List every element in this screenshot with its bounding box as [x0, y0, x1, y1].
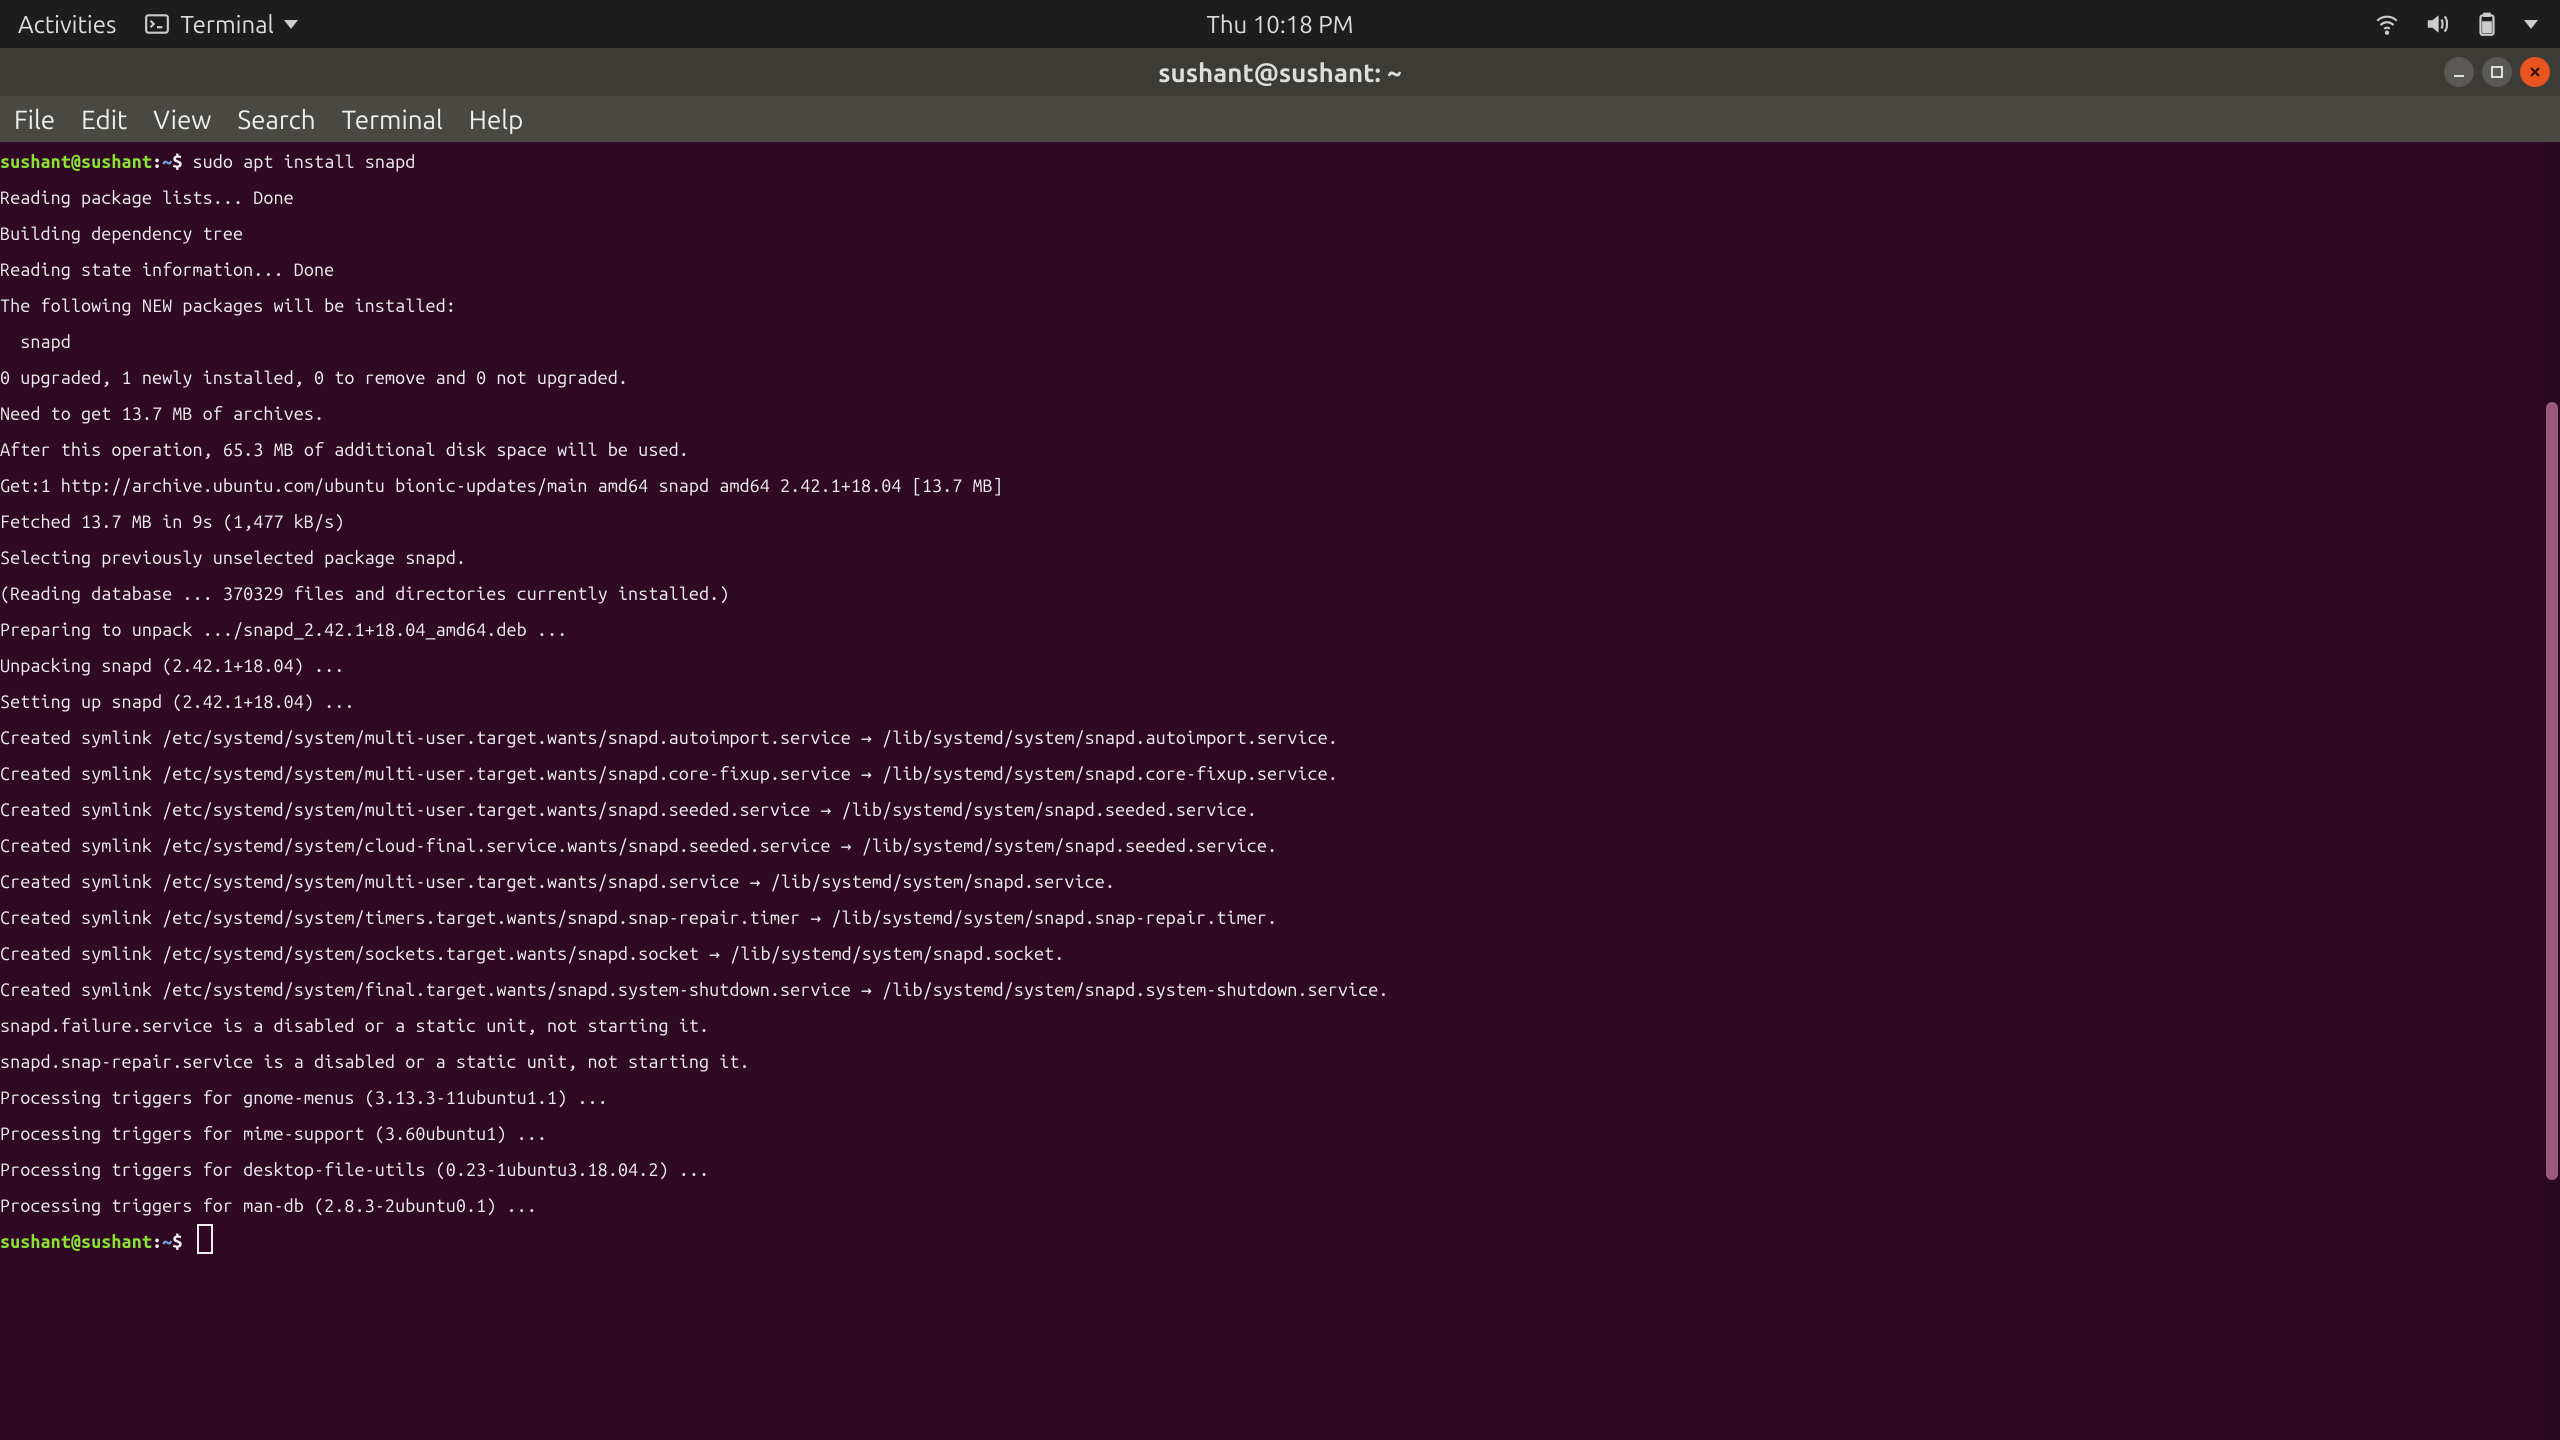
prompt-userhost: sushant@sushant — [0, 152, 152, 172]
window-titlebar[interactable]: sushant@sushant: ~ — [0, 48, 2560, 96]
terminal-line: Created symlink /etc/systemd/system/clou… — [0, 828, 2560, 864]
app-menu-label: Terminal — [180, 11, 273, 38]
terminal-line: sushant@sushant:~$ sudo apt install snap… — [0, 144, 2560, 180]
terminal-line: Created symlink /etc/systemd/system/time… — [0, 900, 2560, 936]
scrollbar-thumb[interactable] — [2546, 402, 2558, 1181]
terminal-line: snapd — [0, 324, 2560, 360]
terminal-output[interactable]: sushant@sushant:~$ sudo apt install snap… — [0, 142, 2560, 1260]
menu-edit[interactable]: Edit — [81, 105, 127, 134]
terminal-line: Created symlink /etc/systemd/system/mult… — [0, 720, 2560, 756]
terminal-line: Processing triggers for gnome-menus (3.1… — [0, 1080, 2560, 1116]
gnome-top-panel: Activities Terminal Thu 10:18 PM — [0, 0, 2560, 48]
terminal-line: The following NEW packages will be insta… — [0, 288, 2560, 324]
prompt-sep: : — [152, 152, 162, 172]
clock-label[interactable]: Thu 10:18 PM — [1207, 11, 1354, 38]
terminal-line: sushant@sushant:~$ — [0, 1224, 2560, 1260]
chevron-down-icon — [284, 20, 298, 29]
menu-file[interactable]: File — [14, 105, 55, 134]
app-menu[interactable]: Terminal — [144, 11, 297, 38]
terminal-line: Created symlink /etc/systemd/system/fina… — [0, 972, 2560, 1008]
terminal-line: Setting up snapd (2.42.1+18.04) ... — [0, 684, 2560, 720]
menu-help[interactable]: Help — [469, 105, 524, 134]
terminal-line: After this operation, 65.3 MB of additio… — [0, 432, 2560, 468]
prompt-userhost: sushant@sushant — [0, 1232, 152, 1252]
maximize-icon — [2490, 65, 2504, 79]
prompt-sep: : — [152, 1232, 162, 1252]
terminal-line: Get:1 http://archive.ubuntu.com/ubuntu b… — [0, 468, 2560, 504]
command-text: sudo apt install snapd — [193, 152, 416, 172]
terminal-line: Fetched 13.7 MB in 9s (1,477 kB/s) — [0, 504, 2560, 540]
terminal-line: Building dependency tree — [0, 216, 2560, 252]
terminal-line: Processing triggers for mime-support (3.… — [0, 1116, 2560, 1152]
wifi-icon — [2374, 11, 2400, 37]
activities-button[interactable]: Activities — [18, 11, 116, 38]
minimize-button[interactable] — [2444, 57, 2474, 87]
terminal-line: (Reading database ... 370329 files and d… — [0, 576, 2560, 612]
menu-terminal[interactable]: Terminal — [342, 105, 443, 134]
system-tray[interactable] — [2374, 11, 2560, 37]
prompt-sigil: $ — [172, 152, 192, 172]
minimize-icon — [2452, 65, 2466, 79]
cursor — [197, 1224, 213, 1254]
menu-search[interactable]: Search — [237, 105, 315, 134]
terminal-line: Need to get 13.7 MB of archives. — [0, 396, 2560, 432]
window-title: sushant@sushant: ~ — [1158, 58, 1402, 87]
close-button[interactable] — [2520, 57, 2550, 87]
prompt-path: ~ — [162, 152, 172, 172]
close-icon — [2528, 65, 2542, 79]
scrollbar[interactable] — [2544, 142, 2560, 1440]
volume-icon — [2424, 11, 2450, 37]
battery-icon — [2474, 11, 2500, 37]
terminal-line: snapd.failure.service is a disabled or a… — [0, 1008, 2560, 1044]
terminal-line: Reading package lists... Done — [0, 180, 2560, 216]
terminal-line: Preparing to unpack .../snapd_2.42.1+18.… — [0, 612, 2560, 648]
terminal-line: Created symlink /etc/systemd/system/sock… — [0, 936, 2560, 972]
prompt-path: ~ — [162, 1232, 172, 1252]
terminal-line: 0 upgraded, 1 newly installed, 0 to remo… — [0, 360, 2560, 396]
terminal-icon — [144, 11, 170, 37]
terminal-line: Reading state information... Done — [0, 252, 2560, 288]
terminal-line: Created symlink /etc/systemd/system/mult… — [0, 792, 2560, 828]
terminal-line: Processing triggers for man-db (2.8.3-2u… — [0, 1188, 2560, 1224]
maximize-button[interactable] — [2482, 57, 2512, 87]
prompt-sigil: $ — [172, 1232, 192, 1252]
terminal-menubar: File Edit View Search Terminal Help — [0, 96, 2560, 142]
terminal-line: Processing triggers for desktop-file-uti… — [0, 1152, 2560, 1188]
terminal-line: Created symlink /etc/systemd/system/mult… — [0, 864, 2560, 900]
terminal-line: Unpacking snapd (2.42.1+18.04) ... — [0, 648, 2560, 684]
terminal-line: Selecting previously unselected package … — [0, 540, 2560, 576]
terminal-line: snapd.snap-repair.service is a disabled … — [0, 1044, 2560, 1080]
menu-view[interactable]: View — [153, 105, 211, 134]
terminal-line: Created symlink /etc/systemd/system/mult… — [0, 756, 2560, 792]
chevron-down-icon — [2524, 20, 2538, 29]
